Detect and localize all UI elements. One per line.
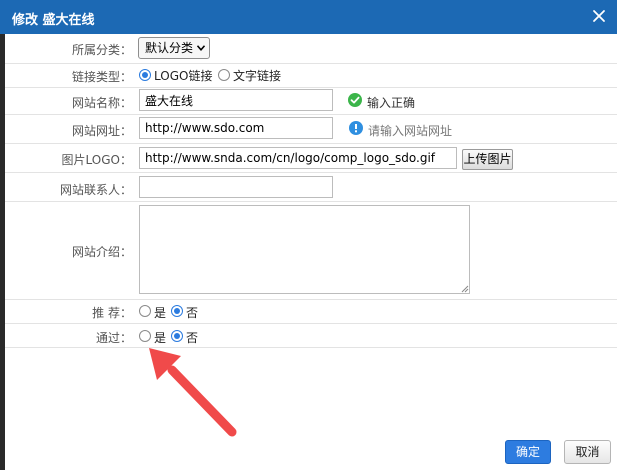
site-name-input[interactable] xyxy=(139,89,333,111)
link-type-label: 链接类型： xyxy=(71,70,132,84)
edit-dialog: 修改 盛大在线 所属分类： 默认分类 链接类型： LOGO链接 文字链接 网站名… xyxy=(0,0,617,470)
radio-logo-link[interactable] xyxy=(139,69,151,81)
category-select-value: 默认分类 xyxy=(145,41,194,55)
category-select[interactable]: 默认分类 xyxy=(138,37,210,59)
upload-image-button[interactable]: 上传图片 xyxy=(462,149,513,170)
ok-button[interactable]: 确定 xyxy=(505,440,551,464)
info-circle-icon xyxy=(349,121,363,135)
check-circle-icon xyxy=(348,93,362,107)
row-approve: 通过： xyxy=(5,323,617,348)
radio-recommend-yes[interactable] xyxy=(139,305,151,317)
site-url-input[interactable] xyxy=(139,117,333,139)
contact-input[interactable] xyxy=(139,176,333,198)
intro-label: 网站介绍： xyxy=(71,245,132,259)
radio-recommend-yes-label: 是 xyxy=(154,306,167,320)
approve-label: 通过： xyxy=(95,331,132,345)
annotation-arrow-icon xyxy=(149,348,237,437)
row-category: 所属分类： xyxy=(5,34,617,64)
recommend-label: 推 荐： xyxy=(92,306,132,320)
contact-label: 网站联系人： xyxy=(59,183,132,197)
logo-url-input[interactable] xyxy=(139,147,457,169)
logo-label: 图片LOGO： xyxy=(61,153,132,167)
row-recommend: 推 荐： xyxy=(5,299,617,324)
site-url-label: 网站网址： xyxy=(71,124,132,138)
chevron-down-icon xyxy=(197,45,205,51)
resize-handle-icon[interactable] xyxy=(461,285,469,293)
intro-textarea[interactable] xyxy=(139,205,470,294)
radio-logo-link-label: LOGO链接 xyxy=(154,69,213,83)
radio-text-link[interactable] xyxy=(218,69,230,81)
dialog-title: 修改 盛大在线 xyxy=(12,13,95,28)
radio-recommend-no-label: 否 xyxy=(186,306,199,320)
radio-text-link-label: 文字链接 xyxy=(233,69,282,83)
cancel-button[interactable]: 取消 xyxy=(564,440,611,464)
site-url-hint: 请输入网站网址 xyxy=(368,124,453,138)
row-link-type: 链接类型： xyxy=(5,63,617,88)
radio-recommend-no[interactable] xyxy=(171,305,183,317)
site-name-hint: 输入正确 xyxy=(367,96,416,110)
close-icon[interactable] xyxy=(591,8,607,24)
category-label: 所属分类： xyxy=(71,43,132,57)
site-name-label: 网站名称： xyxy=(71,96,132,110)
dialog-titlebar: 修改 盛大在线 xyxy=(0,0,617,34)
